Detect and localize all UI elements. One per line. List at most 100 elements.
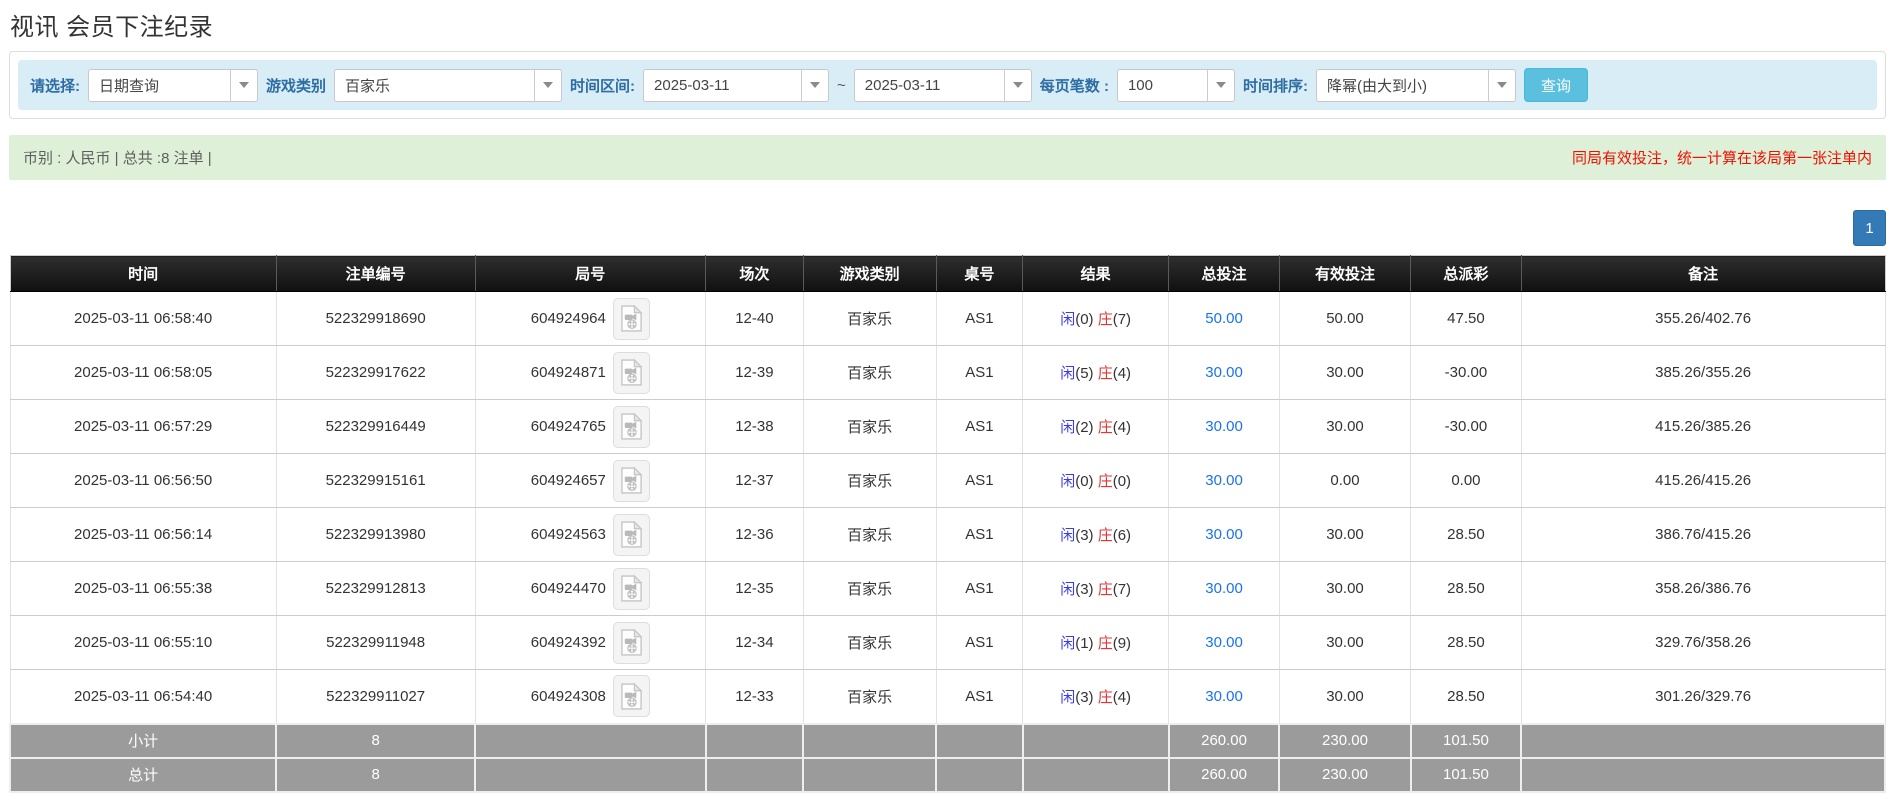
valid-bet-cell: 30.00 [1278,399,1412,454]
player-result-count: (5) [1075,365,1098,382]
valid-bet-cell: 30.00 [1278,561,1412,616]
chevron-down-icon[interactable] [801,69,828,101]
round-id-cell: 604924964 [474,291,707,346]
summary-count-cell: 8 [275,722,476,759]
video-replay-button[interactable] [612,567,650,610]
player-result-count: (0) [1075,311,1098,328]
summary-text: 币别 : 人民币 | 总共 :8 注单 | [23,150,212,167]
game-type-cell: 百家乐 [802,507,937,562]
page-1-button[interactable]: 1 [1853,210,1886,246]
round-id-text: 604924470 [530,580,606,597]
total-bet-link[interactable]: 30.00 [1205,418,1243,435]
empty-cell [1520,756,1886,793]
payout-cell: 28.50 [1410,669,1522,724]
total-bet-link[interactable]: 30.00 [1205,472,1243,489]
table-row: 2025-03-11 06:54:40 522329911027 604924308… [9,669,1886,724]
video-replay-button[interactable] [612,513,650,556]
date-to-select[interactable]: 2025-03-11 [853,68,1032,102]
result-cell: 闲(0) 庄(0) [1021,453,1170,508]
bet-time-cell: 2025-03-11 06:58:40 [9,291,277,346]
total-bet-link[interactable]: 30.00 [1205,580,1243,597]
table-no-cell: AS1 [935,507,1024,562]
empty-cell [935,722,1024,759]
sort-select[interactable]: 降幂(由大到小) [1315,68,1516,102]
video-file-icon [621,413,643,440]
table-row: 2025-03-11 06:55:38 522329912813 604924470… [9,561,1886,616]
round-id-wrap: 604924308 [531,675,650,718]
player-result-label: 闲 [1060,311,1076,328]
game-type-label: 游戏类别 [266,77,327,95]
banker-result-label: 庄 [1097,688,1113,706]
game-type-select[interactable]: 百家乐 [334,68,563,102]
player-result-count: (3) [1075,581,1098,598]
player-result-count: (3) [1075,688,1098,706]
column-header: 局号 [475,255,707,292]
query-type-label: 请选择: [30,77,80,95]
pagination: 1 [9,210,1886,246]
chevron-down-icon[interactable] [1487,69,1515,101]
video-replay-button[interactable] [612,675,650,718]
bet-time-cell: 2025-03-11 06:55:10 [9,615,277,670]
query-type-value: 日期查询 [99,77,160,95]
total-bet-link[interactable]: 30.00 [1205,688,1243,705]
result-cell: 闲(5) 庄(4) [1021,345,1170,400]
empty-cell [1021,756,1170,793]
remark-cell: 415.26/385.26 [1520,399,1886,454]
player-result-label: 闲 [1060,581,1076,598]
summary-label-cell: 小计 [8,722,278,759]
empty-cell [802,756,938,793]
payout-cell: -30.00 [1410,399,1522,454]
summary-label-cell: 总计 [8,756,278,793]
video-replay-button[interactable] [612,297,650,340]
empty-cell [704,722,805,759]
round-id-wrap: 604924871 [531,351,650,394]
chevron-down-icon[interactable] [534,69,561,101]
video-replay-button[interactable] [612,405,650,448]
bet-id-cell: 522329916449 [275,399,476,454]
table-no-cell: AS1 [935,345,1024,400]
session-cell: 12-34 [705,615,804,670]
round-id-wrap: 604924563 [531,513,650,556]
table-row: 2025-03-11 06:58:05 522329917622 604924871… [9,345,1886,400]
page-size-select[interactable]: 100 [1116,68,1235,102]
query-type-select[interactable]: 日期查询 [88,68,258,102]
payout-cell: 28.50 [1410,561,1522,616]
column-header: 注单编号 [276,255,476,292]
bet-id-cell: 522329915161 [275,453,476,508]
empty-cell [474,722,707,759]
bet-id-cell: 522329913980 [275,507,476,562]
video-file-icon [621,629,643,656]
video-file-icon [621,682,643,710]
result-cell: 闲(3) 庄(7) [1021,561,1170,616]
summary-notice: 同局有效投注，统一计算在该局第一张注单内 [1571,150,1872,167]
total-bet-link[interactable]: 50.00 [1205,310,1243,327]
table-no-cell: AS1 [935,291,1024,346]
video-replay-button[interactable] [612,459,650,502]
page-size-label: 每页笔数 : [1039,77,1109,95]
bet-time-cell: 2025-03-11 06:56:50 [9,453,277,508]
remark-cell: 355.26/402.76 [1520,291,1886,346]
search-button[interactable]: 查询 [1523,68,1588,102]
bet-time-cell: 2025-03-11 06:58:05 [9,345,277,400]
banker-result-label: 庄 [1097,635,1113,652]
chevron-down-icon[interactable] [1003,69,1031,101]
video-file-icon [621,521,643,548]
table-row: 2025-03-11 06:57:29 522329916449 604924765… [9,399,1886,454]
video-replay-button[interactable] [612,351,650,394]
date-from-select[interactable]: 2025-03-11 [643,68,830,102]
remark-cell: 386.76/415.26 [1520,507,1886,562]
column-header: 桌号 [936,255,1024,292]
round-id-cell: 604924392 [474,615,707,670]
remark-cell: 415.26/415.26 [1520,453,1886,508]
total-bet-link[interactable]: 30.00 [1205,364,1243,381]
total-bet-link[interactable]: 30.00 [1205,526,1243,543]
total-bet-link[interactable]: 30.00 [1205,634,1243,651]
chevron-down-icon[interactable] [1206,69,1234,101]
chevron-down-icon[interactable] [230,69,257,101]
result-cell: 闲(1) 庄(9) [1021,615,1170,670]
table-no-cell: AS1 [935,453,1024,508]
banker-result-label: 庄 [1097,473,1113,490]
sort-value: 降幂(由大到小) [1326,77,1427,95]
video-replay-button[interactable] [612,621,650,664]
banker-result-label: 庄 [1097,581,1113,598]
